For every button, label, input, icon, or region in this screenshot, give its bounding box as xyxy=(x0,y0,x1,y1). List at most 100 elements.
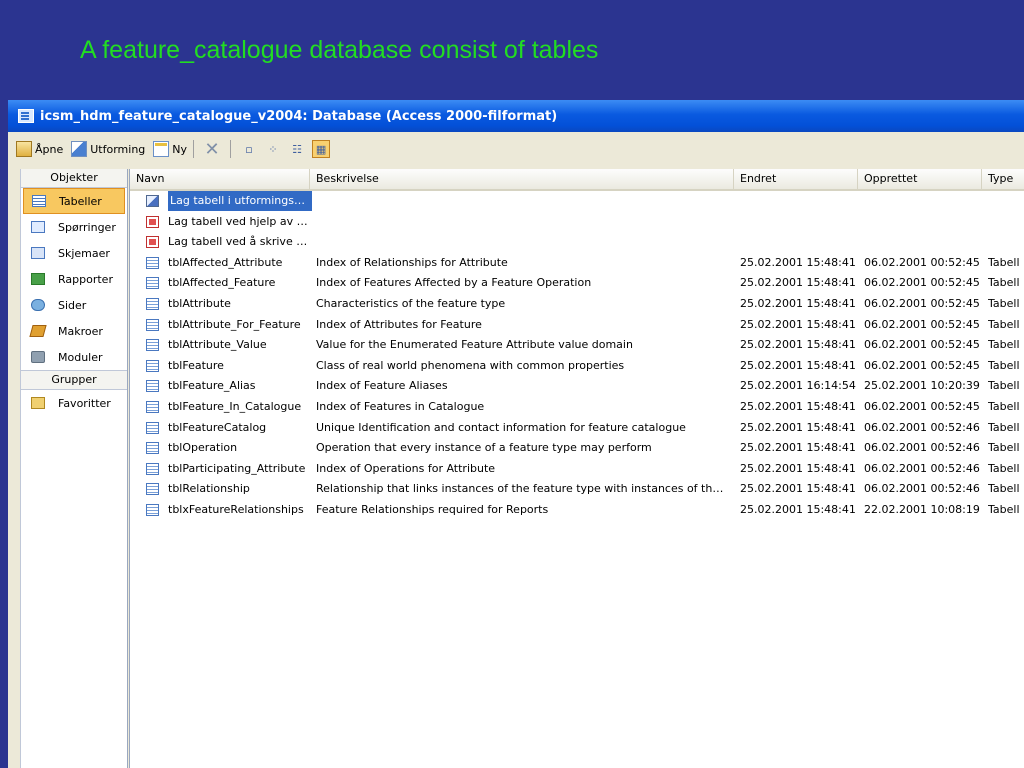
cell-name[interactable]: tblFeatureCatalog xyxy=(168,418,266,438)
window-titlebar[interactable]: icsm_hdm_feature_catalogue_v2004: Databa… xyxy=(8,100,1024,132)
nav-item-label: Tabeller xyxy=(59,194,102,208)
open-button[interactable]: Åpne xyxy=(16,141,63,157)
cell-name[interactable]: tblFeature_Alias xyxy=(168,376,256,396)
cell-modified: 25.02.2001 15:48:41 xyxy=(740,420,856,434)
table-row[interactable]: tblFeature_In_Catalogue Index of Features… xyxy=(130,397,1024,417)
cell-name[interactable]: tblFeature_In_Catalogue xyxy=(168,397,301,417)
cell-type: Tabell xyxy=(988,420,1020,434)
table-icon xyxy=(146,504,159,516)
design-button[interactable]: Utforming xyxy=(71,141,145,157)
cell-name[interactable]: Lag tabell ved hjelp av ve… xyxy=(168,212,308,232)
table-row[interactable]: tblFeature Class of real world phenomena … xyxy=(130,356,1024,376)
cell-type: Tabell xyxy=(988,461,1020,475)
toolbar: Åpne Utforming Ny ✕ ▫ ⁘ ☷ ▦ xyxy=(8,132,1024,166)
small-icons-view-icon[interactable]: ⁘ xyxy=(264,140,282,158)
table-row[interactable]: tblAttribute Characteristics of the featu… xyxy=(130,294,1024,314)
details-view-icon[interactable]: ▦ xyxy=(312,140,331,158)
new-button-label: Ny xyxy=(172,142,188,156)
cell-modified: 25.02.2001 15:48:41 xyxy=(740,461,856,475)
table-row[interactable]: Lag tabell i utformingsvis… xyxy=(130,191,1024,211)
table-row[interactable]: tblAttribute_Value Value for the Enumerat… xyxy=(130,335,1024,355)
table-row[interactable]: tblxFeatureRelationships Feature Relation… xyxy=(130,500,1024,520)
cell-name[interactable]: Lag tabell ved å skrive in… xyxy=(168,232,308,252)
table-row[interactable]: Lag tabell ved hjelp av ve… xyxy=(130,212,1024,232)
cell-modified: 25.02.2001 16:14:54 xyxy=(740,379,856,393)
cell-created: 06.02.2001 00:52:45 xyxy=(864,358,980,372)
cell-name[interactable]: tblRelationship xyxy=(168,479,250,499)
cell-type: Tabell xyxy=(988,317,1020,331)
table-row[interactable]: tblAffected_Feature Index of Features Aff… xyxy=(130,273,1024,293)
cell-name[interactable]: tblAffected_Feature xyxy=(168,273,275,293)
nav-object-4[interactable]: Sider xyxy=(21,292,127,318)
cell-modified: 25.02.2001 15:48:41 xyxy=(740,482,856,496)
table-row[interactable]: tblFeature_Alias Index of Feature Aliases… xyxy=(130,376,1024,396)
table-row[interactable]: tblAttribute_For_Feature Index of Attribu… xyxy=(130,315,1024,335)
cell-type: Tabell xyxy=(988,379,1020,393)
form-icon xyxy=(31,247,45,259)
large-icons-view-icon[interactable]: ▫ xyxy=(240,140,258,158)
table-row[interactable]: tblOperation Operation that every instanc… xyxy=(130,438,1024,458)
nav-object-5[interactable]: Makroer xyxy=(21,318,127,344)
list-view-icon[interactable]: ☷ xyxy=(288,140,306,158)
nav-item-label: Rapporter xyxy=(58,272,113,286)
delete-icon[interactable]: ✕ xyxy=(203,139,221,160)
objects-pane: Objekter Tabeller Spørringer Skjemaer Rappo… xyxy=(20,169,128,768)
cell-name[interactable]: tblAttribute_Value xyxy=(168,335,267,355)
toolbar-separator xyxy=(193,140,195,158)
cell-created: 06.02.2001 00:52:45 xyxy=(864,338,980,352)
cell-name[interactable]: tblAttribute_For_Feature xyxy=(168,315,301,335)
table-icon xyxy=(146,318,159,331)
cell-description: Value for the Enumerated Feature Attribu… xyxy=(316,338,633,352)
cell-modified: 25.02.2001 15:48:41 xyxy=(740,338,856,352)
cell-description: Unique Identification and contact inform… xyxy=(316,420,686,434)
nav-group-0[interactable]: Favoritter xyxy=(21,390,127,416)
cell-created: 06.02.2001 00:52:45 xyxy=(864,276,980,290)
cell-type: Tabell xyxy=(988,358,1020,372)
nav-object-2[interactable]: Skjemaer xyxy=(21,240,127,266)
open-button-label: Åpne xyxy=(35,142,64,156)
groups-group-header[interactable]: Grupper xyxy=(21,370,127,390)
design-icon xyxy=(71,141,88,157)
column-header-created[interactable]: Opprettet xyxy=(858,169,982,189)
cell-description: Operation that every instance of a featu… xyxy=(316,441,652,455)
column-header-name[interactable]: Navn xyxy=(130,169,310,189)
nav-object-3[interactable]: Rapporter xyxy=(21,266,127,292)
cell-modified: 25.02.2001 15:48:41 xyxy=(740,441,856,455)
table-row[interactable]: tblAffected_Attribute Index of Relationsh… xyxy=(130,253,1024,273)
report-icon xyxy=(31,273,45,285)
table-icon xyxy=(146,483,159,496)
nav-object-6[interactable]: Moduler xyxy=(21,344,127,370)
cell-name[interactable]: tblParticipating_Attribute xyxy=(168,459,305,479)
column-header-description[interactable]: Beskrivelse xyxy=(310,169,734,189)
macro-icon xyxy=(29,325,47,337)
nav-item-label: Favoritter xyxy=(58,396,111,410)
cell-name[interactable]: tblAttribute xyxy=(168,294,231,314)
database-window: icsm_hdm_feature_catalogue_v2004: Databa… xyxy=(8,100,1024,768)
new-button[interactable]: Ny xyxy=(153,141,187,157)
table-icon xyxy=(146,462,159,475)
cell-name[interactable]: tblFeature xyxy=(168,356,224,376)
table-icon xyxy=(146,442,159,455)
cell-created: 06.02.2001 00:52:45 xyxy=(864,255,980,269)
page-icon xyxy=(31,299,45,311)
toolbar-separator xyxy=(230,140,232,158)
nav-object-0[interactable]: Tabeller xyxy=(23,188,125,214)
favorites-folder-icon xyxy=(31,397,45,409)
column-header-type[interactable]: Type xyxy=(982,169,1024,189)
cell-name[interactable]: tblAffected_Attribute xyxy=(168,253,282,273)
cell-name[interactable]: tblOperation xyxy=(168,438,237,458)
table-icon xyxy=(146,401,159,413)
cell-name[interactable]: tblxFeatureRelationships xyxy=(168,500,304,520)
table-row[interactable]: tblParticipating_Attribute Index of Opera… xyxy=(130,459,1024,479)
cell-description: Index of Feature Aliases xyxy=(316,379,448,393)
table-row[interactable]: tblRelationship Relationship that links i… xyxy=(130,479,1024,499)
nav-object-1[interactable]: Spørringer xyxy=(21,214,127,240)
cell-modified: 25.02.2001 15:48:41 xyxy=(740,255,856,269)
cell-modified: 25.02.2001 15:48:41 xyxy=(740,503,856,516)
table-row[interactable]: Lag tabell ved å skrive in… xyxy=(130,232,1024,252)
table-row[interactable]: tblFeatureCatalog Unique Identification a… xyxy=(130,418,1024,438)
cell-created: 06.02.2001 00:52:46 xyxy=(864,482,980,496)
cell-name[interactable]: Lag tabell i utformingsvis… xyxy=(168,191,312,211)
objects-group-header[interactable]: Objekter xyxy=(21,169,127,188)
column-header-modified[interactable]: Endret xyxy=(734,169,858,189)
